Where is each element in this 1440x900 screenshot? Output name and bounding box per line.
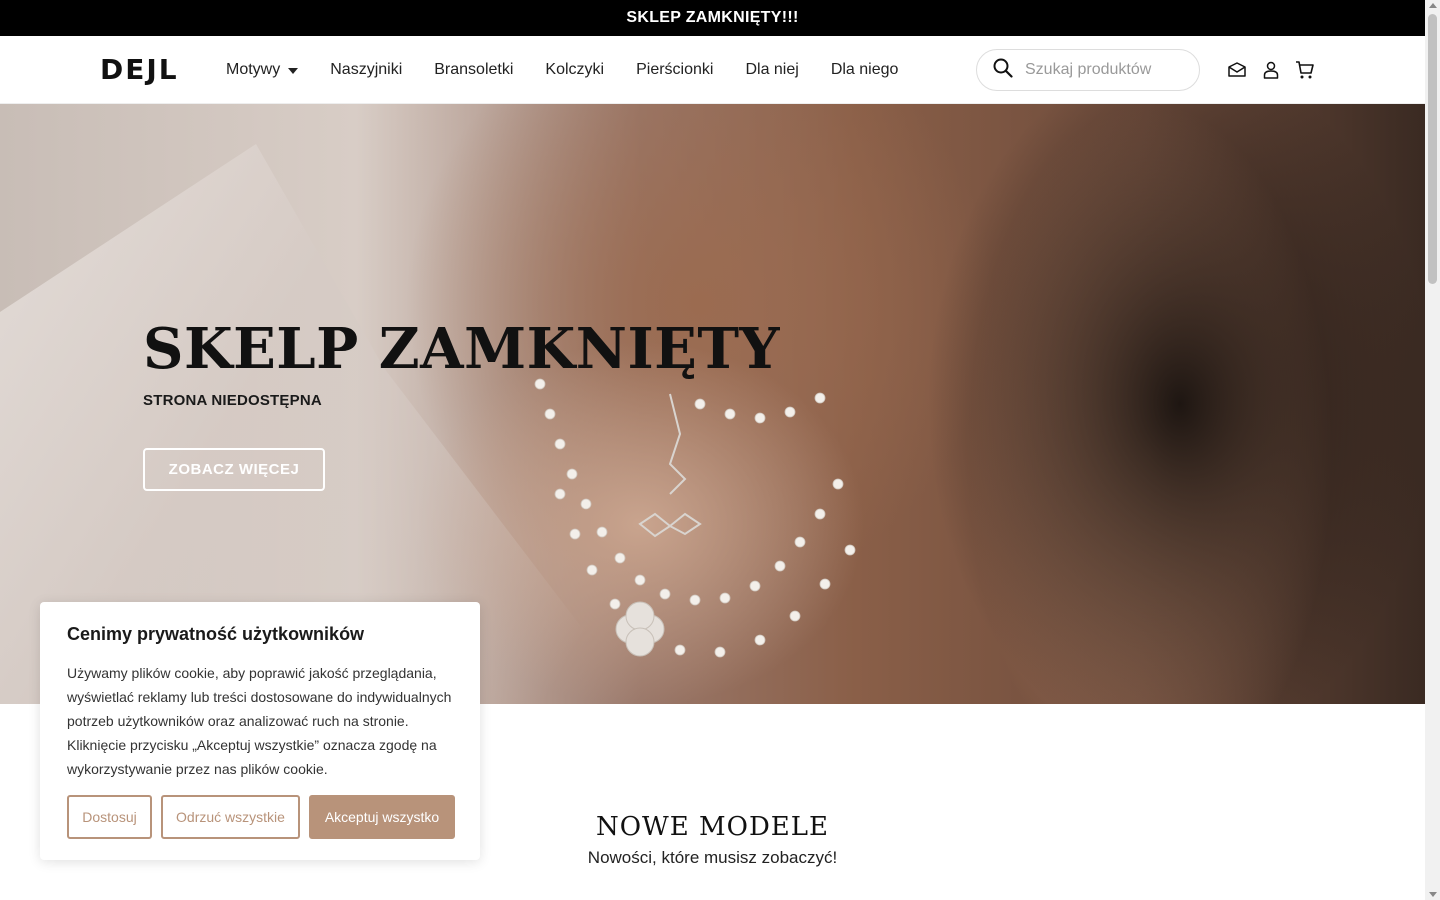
logo[interactable]: DEJL (100, 55, 179, 85)
hero-subtitle: STRONA NIEDOSTĘPNA (143, 392, 322, 409)
pearl-necklace-image (534, 378, 856, 658)
site-header: DEJL Motywy Naszyjniki Bransoletki Kolcz… (0, 36, 1425, 104)
hero-title: SKELP ZAMKNIĘTY (143, 316, 780, 382)
announcement-bar: SKLEP ZAMKNIĘTY!!! (0, 0, 1425, 36)
scrollbar[interactable] (1425, 0, 1440, 900)
nav-label: Motywy (226, 61, 281, 78)
nav-item-naszyjniki[interactable]: Naszyjniki (330, 61, 402, 79)
nav-item-dla-niej[interactable]: Dla niej (745, 61, 798, 79)
search-input[interactable] (1025, 61, 1185, 79)
cart-icon[interactable] (1294, 59, 1316, 81)
cookie-text: Używamy plików cookie, aby poprawić jako… (67, 665, 452, 777)
scroll-thumb[interactable] (1428, 14, 1437, 284)
accept-all-button[interactable]: Akceptuj wszystko (309, 795, 455, 839)
scroll-down-arrow-icon[interactable] (1429, 892, 1437, 897)
customize-button[interactable]: Dostosuj (67, 795, 152, 839)
main-nav: Motywy Naszyjniki Bransoletki Kolczyki P… (226, 36, 930, 104)
see-more-button[interactable]: ZOBACZ WIĘCEJ (143, 448, 325, 491)
nav-item-pierscionki[interactable]: Pierścionki (636, 61, 713, 79)
header-icons (1226, 59, 1316, 81)
search-box[interactable] (976, 49, 1200, 91)
mail-icon[interactable] (1226, 59, 1248, 81)
cookie-banner: Cenimy prywatność użytkowników Używamy p… (40, 602, 480, 860)
scroll-up-arrow-icon[interactable] (1429, 3, 1437, 8)
announcement-text: SKLEP ZAMKNIĘTY!!! (626, 9, 799, 26)
cookie-buttons: Dostosuj Odrzuć wszystkie Akceptuj wszys… (67, 795, 455, 839)
cookie-title: Cenimy prywatność użytkowników (67, 624, 365, 644)
nav-item-bransoletki[interactable]: Bransoletki (434, 61, 513, 79)
nav-item-dla-niego[interactable]: Dla niego (831, 61, 899, 79)
nav-item-kolczyki[interactable]: Kolczyki (545, 61, 604, 79)
chevron-down-icon (288, 68, 299, 74)
search-icon[interactable] (993, 58, 1013, 83)
nav-item-motywy[interactable]: Motywy (226, 61, 299, 79)
reject-all-button[interactable]: Odrzuć wszystkie (161, 795, 300, 839)
user-icon[interactable] (1260, 59, 1282, 81)
